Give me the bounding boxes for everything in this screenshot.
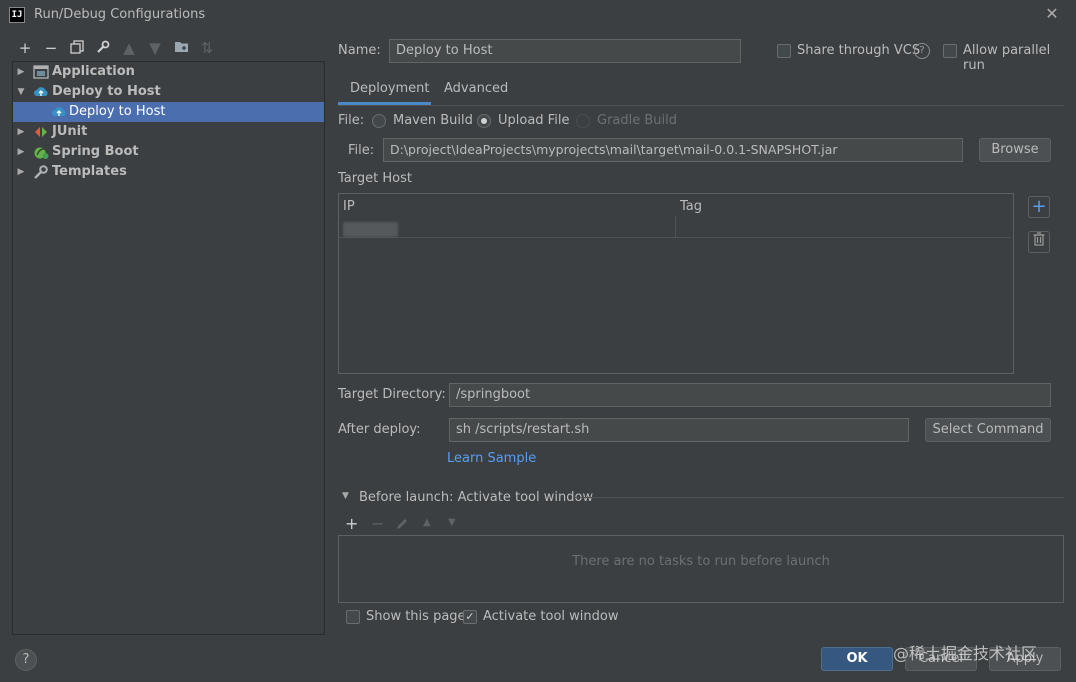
help-button[interactable]: ? <box>15 649 37 671</box>
show-page-label: Show this page <box>366 609 466 624</box>
ok-button[interactable]: OK <box>821 647 893 671</box>
tree-item-label: Application <box>52 64 135 79</box>
tabs-divider <box>338 105 1064 106</box>
close-icon[interactable]: ✕ <box>1043 5 1061 23</box>
add-host-icon[interactable]: + <box>1028 196 1050 218</box>
target-host-table[interactable]: IP Tag <box>338 193 1014 374</box>
chevron-down-icon[interactable]: ▼ <box>15 82 27 102</box>
arrow-up-icon[interactable]: ▲ <box>121 40 137 56</box>
wrench-icon <box>33 164 49 180</box>
add-task-icon[interactable]: + <box>345 514 358 533</box>
chevron-right-icon[interactable]: ▶ <box>15 142 27 162</box>
tree-item-templates[interactable]: ▶ Templates <box>13 162 324 182</box>
cloud-upload-icon <box>51 104 67 120</box>
learn-sample-link[interactable]: Learn Sample <box>447 451 536 466</box>
move-task-down-icon[interactable]: ▼ <box>448 517 456 528</box>
activate-tool-label: Activate tool window <box>483 609 619 624</box>
maven-build-radio[interactable] <box>372 114 386 128</box>
select-command-button[interactable]: Select Command <box>925 418 1051 442</box>
chevron-right-icon[interactable]: ▶ <box>15 162 27 182</box>
plus-icon[interactable]: + <box>17 40 33 56</box>
column-divider <box>675 216 676 238</box>
tree-item-label: Templates <box>52 164 127 179</box>
edit-task-icon[interactable] <box>396 517 409 534</box>
activate-tool-checkbox[interactable]: ✓ <box>463 610 477 624</box>
browse-button[interactable]: Browse <box>979 138 1051 162</box>
before-launch-label: Before launch: Activate tool window <box>359 490 594 505</box>
tree-item-label: Spring Boot <box>52 144 139 159</box>
wrench-icon[interactable] <box>95 40 111 56</box>
sort-icon[interactable]: ⇅ <box>199 40 215 56</box>
name-label: Name: <box>338 43 381 58</box>
maven-build-label: Maven Build <box>393 113 473 128</box>
configurations-tree[interactable]: ▶ Application ▼ Deploy to Host Deploy to… <box>12 61 325 635</box>
name-field[interactable]: Deploy to Host <box>389 39 741 63</box>
tab-advanced[interactable]: Advanced <box>444 81 508 96</box>
chevron-right-icon[interactable]: ▶ <box>15 122 27 142</box>
file-type-label: File: <box>338 113 365 128</box>
tree-item-deploy-to-host-config[interactable]: Deploy to Host <box>13 102 324 122</box>
copy-icon[interactable] <box>69 40 85 56</box>
redacted-ip-value <box>343 222 398 237</box>
tree-item-junit[interactable]: ▶ JUnit <box>13 122 324 142</box>
gradle-build-radio[interactable] <box>576 114 590 128</box>
upload-file-label: Upload File <box>498 113 570 128</box>
column-header-tag: Tag <box>680 199 703 214</box>
target-dir-label: Target Directory: <box>338 387 446 402</box>
window-title: Run/Debug Configurations <box>34 7 206 22</box>
intellij-app-icon: IJ <box>9 7 25 23</box>
allow-parallel-label: Allow parallel run <box>963 43 1051 73</box>
upload-file-radio[interactable] <box>477 114 491 128</box>
spring-boot-icon <box>33 144 49 160</box>
file-path-field[interactable]: D:\project\IdeaProjects\myprojects\mail\… <box>383 138 963 162</box>
folder-icon[interactable] <box>173 40 189 56</box>
empty-tasks-message: There are no tasks to run before launch <box>572 554 830 569</box>
share-vcs-checkbox[interactable] <box>777 44 791 58</box>
watermark-text: @稀土掘金技术社区 <box>893 644 1038 663</box>
tab-deployment[interactable]: Deployment <box>350 81 430 96</box>
column-header-ip: IP <box>343 199 355 214</box>
section-divider <box>574 497 1064 498</box>
tree-item-spring-boot[interactable]: ▶ Spring Boot <box>13 142 324 162</box>
application-icon <box>33 64 49 80</box>
allow-parallel-checkbox[interactable] <box>943 44 957 58</box>
title-bar: IJ Run/Debug Configurations ✕ <box>0 0 1076 30</box>
chevron-right-icon[interactable]: ▶ <box>15 62 27 82</box>
help-icon[interactable]: ? <box>914 43 930 59</box>
before-launch-tasks-list[interactable]: There are no tasks to run before launch <box>338 535 1064 603</box>
remove-task-icon[interactable]: − <box>371 514 384 533</box>
show-page-checkbox[interactable] <box>346 610 360 624</box>
share-vcs-label: Share through VCS <box>797 43 921 58</box>
junit-icon <box>33 124 49 140</box>
arrow-down-icon[interactable]: ▼ <box>147 40 163 56</box>
tree-item-label: Deploy to Host <box>52 84 161 99</box>
tree-item-application[interactable]: ▶ Application <box>13 62 324 82</box>
gradle-build-label: Gradle Build <box>597 113 678 128</box>
trash-icon[interactable] <box>1028 231 1050 253</box>
collapse-chevron-icon[interactable]: ▼ <box>342 491 349 501</box>
minus-icon[interactable]: − <box>43 40 59 56</box>
after-deploy-field[interactable]: sh /scripts/restart.sh <box>449 418 909 442</box>
move-task-up-icon[interactable]: ▲ <box>423 517 431 528</box>
tree-item-deploy-to-host[interactable]: ▼ Deploy to Host <box>13 82 324 102</box>
after-deploy-label: After deploy: <box>338 422 421 437</box>
file-path-label: File: <box>348 143 375 158</box>
target-host-label: Target Host <box>338 171 412 186</box>
tree-item-label: JUnit <box>52 124 88 139</box>
tree-item-label: Deploy to Host <box>69 104 166 119</box>
cloud-upload-icon <box>33 84 49 100</box>
table-row-divider <box>339 237 1011 238</box>
target-dir-field[interactable]: /springboot <box>449 383 1051 407</box>
